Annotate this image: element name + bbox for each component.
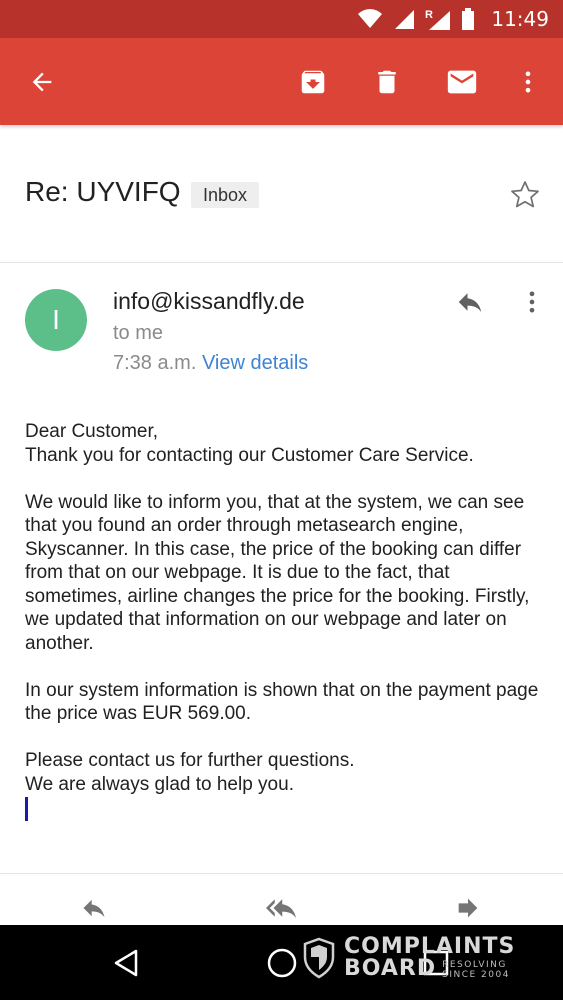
back-button[interactable] [14, 38, 70, 125]
view-details-link[interactable]: View details [202, 352, 308, 374]
back-arrow-icon [32, 72, 52, 91]
avatar[interactable]: I [25, 289, 87, 351]
watermark-text: COMPLAINTS BOARD RESOLVING SINCE 2004 [344, 934, 516, 981]
message-more-button[interactable] [514, 282, 550, 322]
reply-all-action[interactable] [251, 890, 311, 926]
subject-title: Re: UYVIFQ [25, 176, 181, 207]
status-bar: R 11:49 [0, 0, 563, 38]
closing-line: Please contact us for further questions. [25, 750, 355, 771]
delete-icon [378, 70, 396, 93]
signal-icon [395, 10, 415, 29]
star-icon [511, 181, 539, 208]
more-options-button[interactable] [500, 38, 556, 125]
recipient-line: to me [113, 322, 164, 344]
reply-icon [458, 293, 482, 312]
nav-back-button[interactable] [96, 925, 156, 1000]
shield-logo-icon [303, 937, 335, 979]
inbox-label[interactable]: Inbox [191, 182, 260, 208]
mark-unread-icon [447, 70, 477, 93]
forward-action[interactable] [438, 890, 498, 926]
reply-button[interactable] [448, 282, 492, 322]
more-vert-icon [525, 71, 531, 92]
message-time: 7:38 a.m. [113, 352, 197, 374]
text-cursor [25, 797, 28, 821]
reply-all-icon [266, 899, 296, 918]
body-line: Thank you for contacting our Customer Ca… [25, 444, 474, 466]
nav-back-icon [114, 949, 138, 976]
time-line: 7:38 a.m. View details [113, 352, 308, 375]
body-paragraph: We would like to inform you, that at the… [25, 491, 530, 654]
message-body: Dear Customer, Thank you for contacting o… [25, 420, 545, 820]
roaming-signal-icon: R [425, 9, 451, 30]
watermark-tagline: SINCE 2004 [442, 970, 510, 980]
status-time: 11:49 [491, 7, 549, 31]
nav-home-icon [267, 948, 297, 977]
greeting: Dear Customer, [25, 421, 159, 442]
watermark-tagline: RESOLVING [442, 960, 507, 970]
svg-text:R: R [425, 9, 433, 21]
watermark-line1: COMPLAINTS [344, 934, 516, 959]
archive-icon [301, 70, 325, 93]
body-paragraph: In our system information is shown that … [25, 679, 539, 725]
reply-action[interactable] [64, 890, 124, 926]
archive-button[interactable] [285, 38, 341, 125]
divider [0, 873, 563, 874]
more-vert-icon [529, 291, 535, 313]
closing-line: We are always glad to help you. [25, 773, 294, 795]
complaints-board-watermark: COMPLAINTS BOARD RESOLVING SINCE 2004 [302, 936, 515, 980]
delete-button[interactable] [359, 38, 415, 125]
mark-unread-button[interactable] [434, 38, 490, 125]
app-bar [0, 38, 563, 125]
watermark-line2: BOARD [344, 956, 437, 981]
forward-icon [458, 898, 478, 918]
battery-icon [462, 8, 475, 30]
wifi-icon [358, 9, 383, 28]
reply-icon [83, 899, 105, 918]
star-button[interactable] [506, 176, 544, 214]
sender-email[interactable]: info@kissandfly.de [113, 288, 305, 315]
